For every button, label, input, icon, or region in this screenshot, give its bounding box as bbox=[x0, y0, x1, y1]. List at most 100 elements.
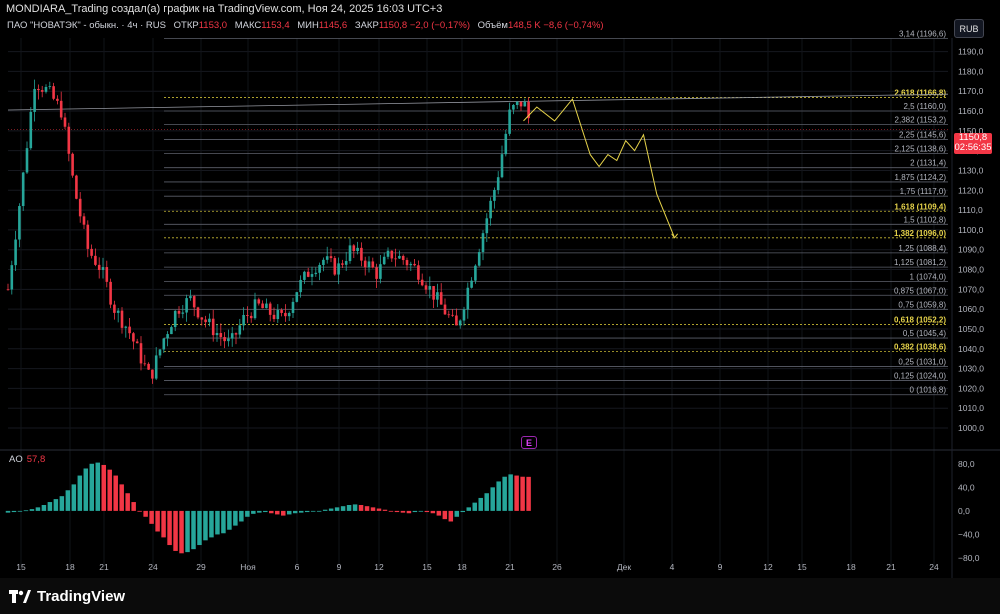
ao-legend[interactable]: AO 57,8 bbox=[9, 454, 45, 465]
price-chart[interactable]: 0 (1016,8) 0,125 (1024,0) 0,25 (1031,0) 0,3… bbox=[0, 0, 1000, 578]
fib-level-label: 1,75 (1117,0) bbox=[900, 187, 947, 196]
candle-body bbox=[33, 88, 36, 112]
fibonacci-extension[interactable]: 0 (1016,8) 0,125 (1024,0) 0,25 (1031,0) 0,3… bbox=[7, 30, 949, 396]
fib-level-label: 1,5 (1102,8) bbox=[903, 215, 946, 224]
candle-body bbox=[287, 312, 291, 317]
candle-body bbox=[75, 175, 78, 199]
candle-body bbox=[344, 261, 348, 265]
fib-level-label: 3,14 (1196,6) bbox=[899, 30, 946, 39]
tradingview-brand: TradingView bbox=[37, 588, 126, 605]
fib-level-label: 0,618 (1052,2) bbox=[894, 316, 946, 325]
ao-bar bbox=[233, 510, 238, 526]
ao-bar bbox=[113, 475, 118, 511]
ao-tick-label: 80,0 bbox=[958, 459, 975, 469]
candle-body bbox=[299, 279, 302, 293]
fib-level-label: 2,25 (1145,6) bbox=[899, 131, 946, 140]
tradingview-logo[interactable]: TradingView bbox=[9, 588, 125, 605]
ao-bar bbox=[340, 506, 346, 511]
ao-bar bbox=[490, 487, 495, 511]
candle-body bbox=[29, 111, 33, 149]
candle-body bbox=[337, 263, 340, 275]
candle-body bbox=[109, 281, 112, 305]
ao-bar bbox=[364, 506, 370, 511]
candle-body bbox=[360, 247, 363, 261]
x-tick-label: 15 bbox=[797, 562, 807, 572]
candle-body bbox=[59, 100, 63, 118]
ao-bar bbox=[23, 510, 29, 512]
x-tick-label: 18 bbox=[65, 562, 75, 572]
projection-polyline[interactable] bbox=[523, 98, 676, 238]
ao-bar bbox=[83, 468, 89, 511]
candle-body bbox=[341, 263, 344, 265]
candle-body bbox=[295, 292, 299, 302]
candle-body bbox=[379, 264, 382, 279]
candle-body bbox=[200, 317, 204, 320]
ao-bar bbox=[221, 510, 226, 534]
y-tick-label: 1010,0 bbox=[958, 403, 984, 413]
candle-body bbox=[329, 256, 333, 259]
ao-bar bbox=[215, 510, 220, 535]
candle-body bbox=[208, 318, 211, 323]
candle-body bbox=[192, 296, 196, 308]
y-tick-label: 1060,0 bbox=[958, 304, 984, 314]
ao-bar bbox=[125, 493, 130, 511]
candle-body bbox=[234, 333, 238, 335]
candle-body bbox=[166, 334, 169, 339]
candle-body bbox=[489, 200, 492, 219]
ao-bar bbox=[412, 510, 418, 513]
y-tick-label: 1070,0 bbox=[958, 284, 984, 294]
x-tick-label: 21 bbox=[505, 562, 515, 572]
candle-body bbox=[105, 267, 109, 282]
ao-bar bbox=[520, 476, 525, 511]
bar-countdown: 02:56:35 bbox=[954, 142, 992, 153]
y-tick-label: 1190,0 bbox=[958, 47, 984, 57]
ao-tick-label: −40,0 bbox=[958, 529, 980, 539]
ao-bar bbox=[328, 508, 334, 511]
fib-level-label: 0,125 (1024,0) bbox=[894, 371, 946, 380]
ao-bar bbox=[388, 510, 394, 512]
ao-bar bbox=[430, 510, 436, 514]
candle-body bbox=[215, 333, 219, 336]
y-tick-label: 1100,0 bbox=[958, 225, 984, 235]
candle-body bbox=[173, 310, 177, 328]
projection-path[interactable] bbox=[523, 98, 679, 239]
earnings-event-icon[interactable]: E bbox=[521, 436, 537, 449]
x-tick-label: 12 bbox=[374, 562, 384, 572]
candle-body bbox=[291, 301, 295, 313]
candle-body bbox=[424, 285, 428, 290]
ao-bar bbox=[370, 507, 376, 511]
ao-bar bbox=[29, 509, 35, 511]
candle-body bbox=[398, 255, 401, 259]
ao-bar bbox=[119, 484, 124, 511]
ao-bar bbox=[17, 510, 23, 512]
ao-bar bbox=[107, 469, 112, 511]
ao-bar bbox=[466, 507, 472, 511]
candle-body bbox=[177, 310, 181, 314]
candle-body bbox=[189, 296, 192, 299]
candle-body bbox=[306, 271, 310, 277]
candle-body bbox=[356, 247, 359, 252]
footer: TradingView bbox=[0, 578, 1000, 614]
candle-body bbox=[135, 341, 139, 344]
candle-body bbox=[367, 261, 371, 268]
candle-body bbox=[242, 314, 245, 326]
candle-body bbox=[128, 326, 131, 334]
candle-body bbox=[257, 299, 261, 304]
candle-body bbox=[375, 267, 378, 279]
ao-bar bbox=[155, 510, 160, 532]
candle-body bbox=[40, 90, 44, 92]
candle-body bbox=[265, 303, 268, 309]
candle-body bbox=[420, 279, 424, 286]
candle-body bbox=[432, 286, 435, 300]
ao-bar bbox=[47, 502, 53, 511]
candle-body bbox=[504, 133, 508, 155]
candle-body bbox=[382, 256, 386, 265]
y-tick-label: 1130,0 bbox=[958, 165, 984, 175]
x-tick-label: 21 bbox=[886, 562, 896, 572]
trend-line[interactable] bbox=[7, 93, 949, 111]
ao-bar bbox=[424, 510, 430, 513]
candle-body bbox=[276, 310, 280, 320]
ao-bar bbox=[394, 510, 400, 513]
candle-body bbox=[352, 245, 356, 252]
ao-bar bbox=[209, 510, 214, 538]
